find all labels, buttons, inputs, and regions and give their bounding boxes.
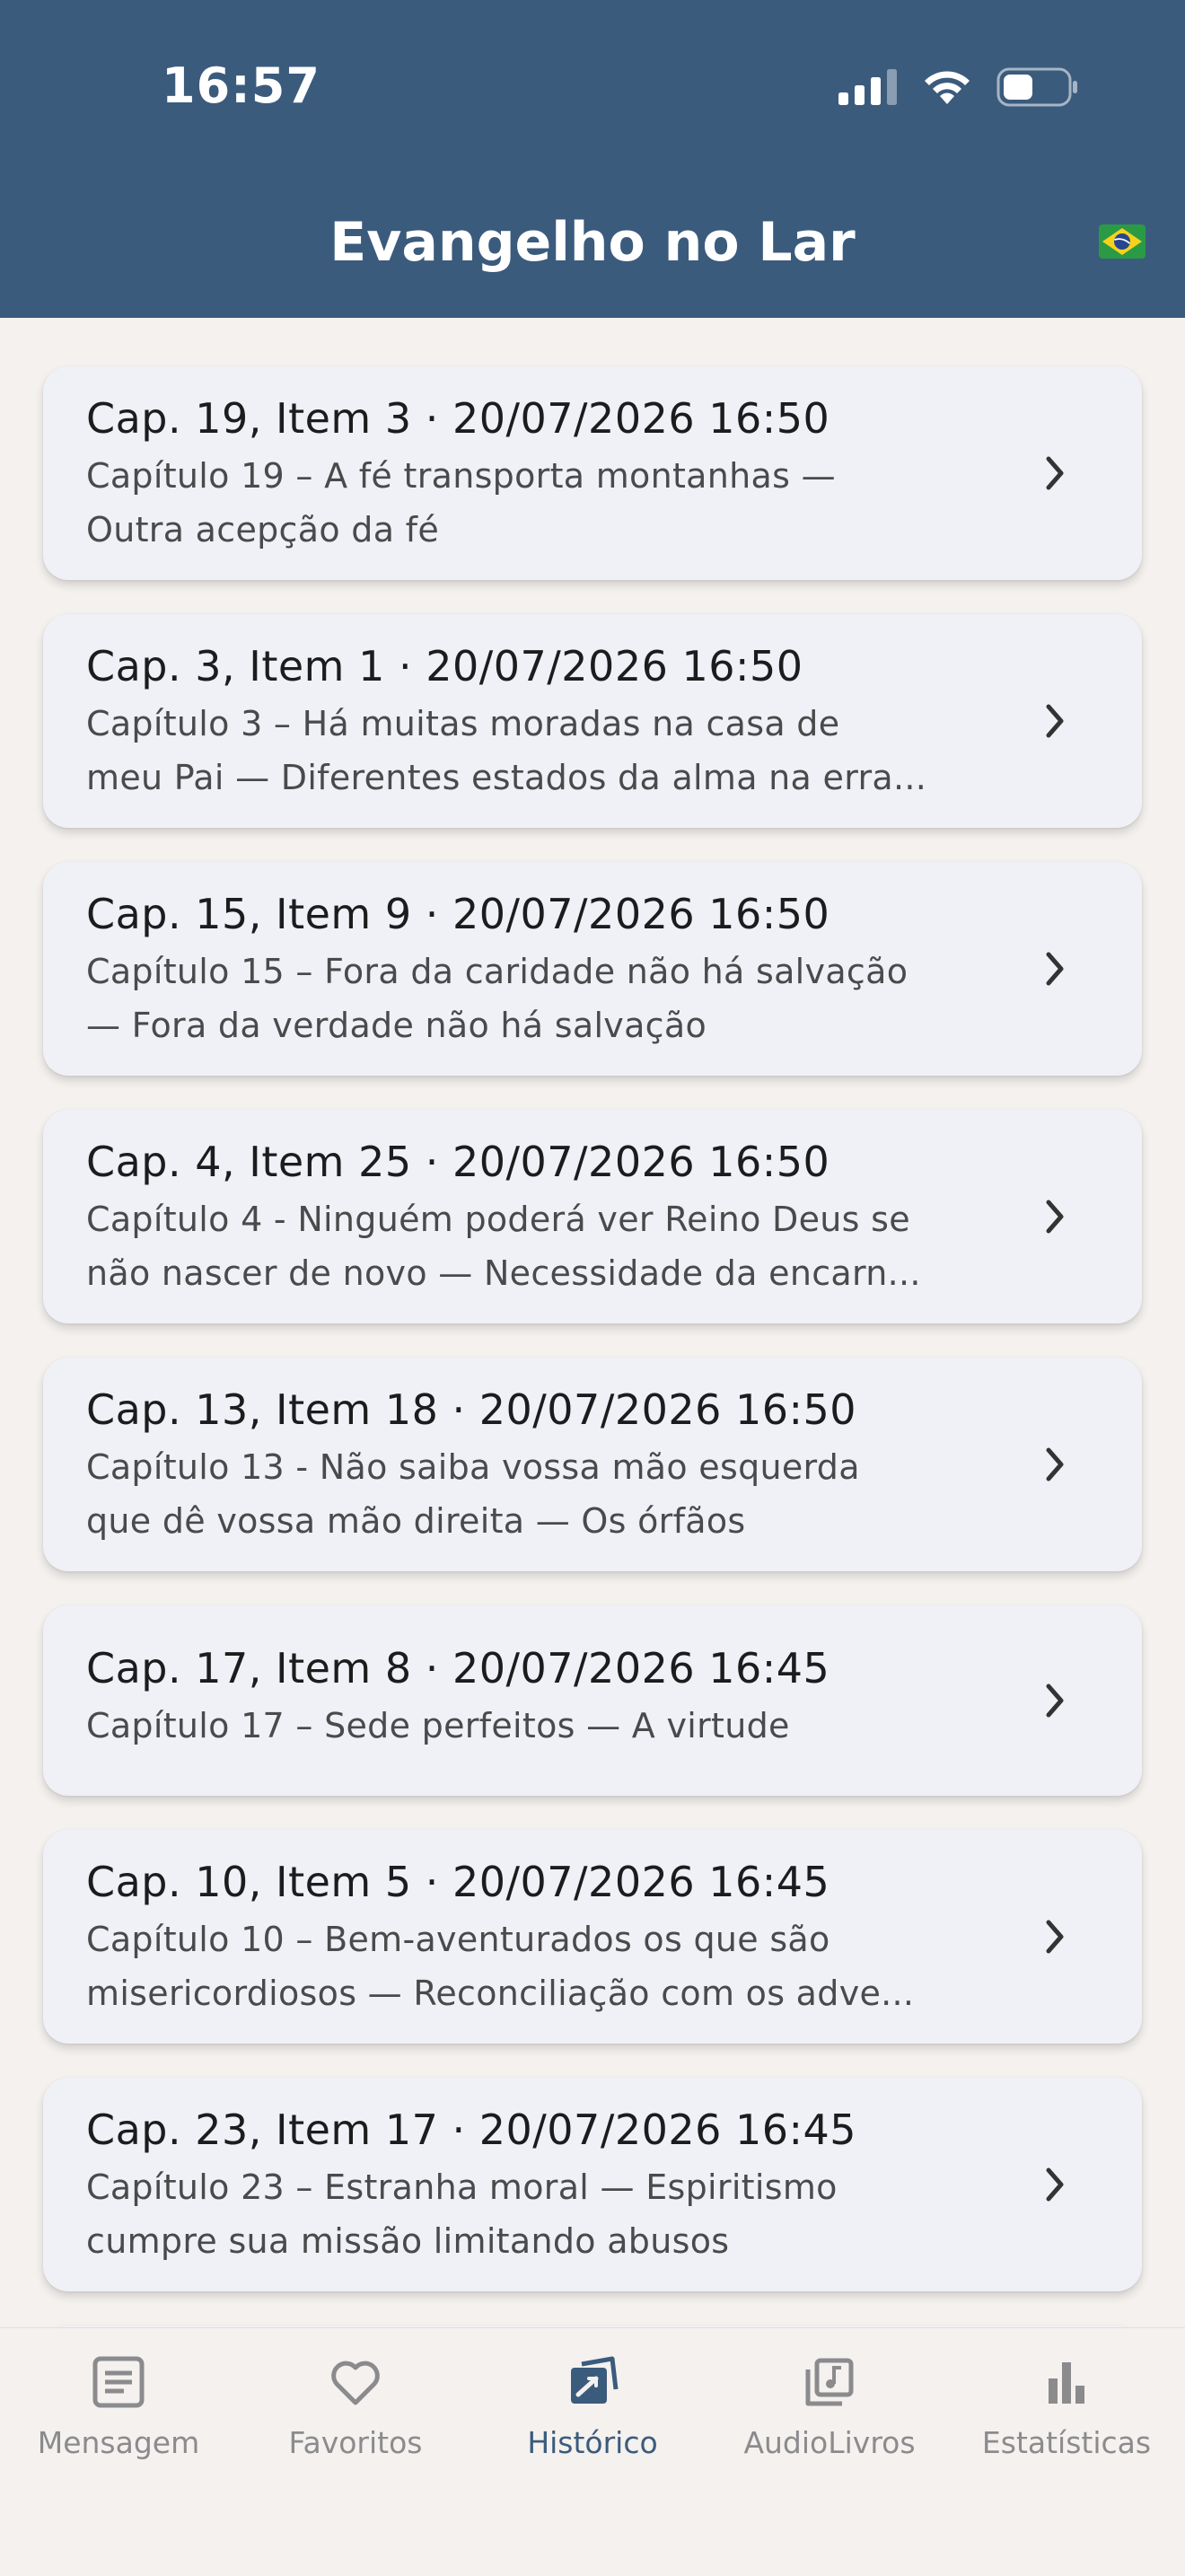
chevron-right-icon <box>1046 1200 1064 1234</box>
bar-chart-icon <box>1049 2362 1084 2404</box>
history-card-subtitle: Capítulo 13 - Não saiba vossa mão esquer… <box>86 1447 860 1541</box>
chevron-right-icon <box>1046 2167 1064 2202</box>
tab-label: Estatísticas <box>981 2425 1152 2460</box>
history-card[interactable]: Cap. 23, Item 17 · 20/07/2026 16:45 Capí… <box>43 2078 1142 2291</box>
chevron-right-icon <box>1046 1684 1064 1718</box>
battery-icon <box>996 67 1077 107</box>
tab-historico[interactable]: Histórico <box>474 2355 711 2481</box>
history-card-subtitle: Capítulo 4 - Ninguém poderá ver Reino De… <box>86 1200 921 1293</box>
history-card-title: Cap. 10, Item 5 · 20/07/2026 16:45 <box>86 1858 830 1906</box>
history-card-subtitle: Capítulo 10 – Bem-aventurados os que são… <box>86 1920 915 2013</box>
chevron-right-icon <box>1046 952 1064 986</box>
history-card-title: Cap. 13, Item 18 · 20/07/2026 16:50 <box>86 1385 857 1434</box>
history-card-title: Cap. 23, Item 17 · 20/07/2026 16:45 <box>86 2106 857 2154</box>
history-card[interactable]: Cap. 19, Item 3 · 20/07/2026 16:50 Capít… <box>43 366 1142 580</box>
history-card-title: Cap. 4, Item 25 · 20/07/2026 16:50 <box>86 1138 830 1186</box>
history-card-subtitle: Capítulo 17 – Sede perfeitos — A virtude <box>86 1706 790 1745</box>
chevron-right-icon <box>1046 704 1064 738</box>
brazil-flag-icon[interactable] <box>1099 224 1146 259</box>
history-list[interactable]: Cap. 19, Item 3 · 20/07/2026 16:50 Capít… <box>0 318 1185 2327</box>
tab-label: Histórico <box>527 2425 658 2460</box>
status-icons <box>838 63 1079 111</box>
history-card-subtitle: Capítulo 19 – A fé transporta montanhas … <box>86 456 836 549</box>
history-card[interactable]: Cap. 3, Item 1 · 20/07/2026 16:50 Capítu… <box>43 614 1142 828</box>
article-icon <box>92 2356 145 2408</box>
page-title: Evangelho no Lar <box>329 211 856 274</box>
history-card-subtitle: Capítulo 3 – Há muitas moradas na casa d… <box>86 704 927 797</box>
tab-mensagem[interactable]: Mensagem <box>0 2355 237 2481</box>
history-card[interactable]: Cap. 13, Item 18 · 20/07/2026 16:50 Capí… <box>43 1358 1142 1571</box>
app-header: 16:57 Evangelho no Lar <box>0 0 1185 318</box>
history-card-subtitle: Capítulo 23 – Estranha moral — Espiritis… <box>86 2167 838 2261</box>
chevron-right-icon <box>1046 456 1064 490</box>
history-card[interactable]: Cap. 17, Item 8 · 20/07/2026 16:45 Capít… <box>43 1605 1142 1796</box>
history-card[interactable]: Cap. 15, Item 9 · 20/07/2026 16:50 Capít… <box>43 862 1142 1076</box>
history-card-title: Cap. 17, Item 8 · 20/07/2026 16:45 <box>86 1644 830 1692</box>
tab-audiolivros[interactable]: AudioLivros <box>711 2355 948 2481</box>
tab-label: AudioLivros <box>743 2425 916 2460</box>
history-card-title: Cap. 15, Item 9 · 20/07/2026 16:50 <box>86 890 830 938</box>
tab-estatisticas[interactable]: Estatísticas <box>948 2355 1185 2481</box>
chevron-right-icon <box>1046 1920 1064 1954</box>
history-icon <box>571 2356 619 2404</box>
wifi-icon <box>925 71 970 104</box>
history-card-title: Cap. 3, Item 1 · 20/07/2026 16:50 <box>86 642 803 690</box>
heart-icon <box>331 2361 380 2405</box>
tab-favoritos[interactable]: Favoritos <box>237 2355 474 2481</box>
tab-label: Mensagem <box>37 2425 200 2460</box>
status-time: 16:57 <box>162 57 320 114</box>
music-library-icon <box>805 2358 854 2406</box>
bottom-tab-bar: Mensagem Favoritos Histórico AudioLivros <box>0 2327 1185 2576</box>
history-card-subtitle: Capítulo 15 – Fora da caridade não há sa… <box>86 952 908 1045</box>
chevron-right-icon <box>1046 1447 1064 1481</box>
history-card[interactable]: Cap. 4, Item 25 · 20/07/2026 16:50 Capít… <box>43 1110 1142 1323</box>
cellular-signal-icon <box>838 69 897 105</box>
history-card-title: Cap. 19, Item 3 · 20/07/2026 16:50 <box>86 394 830 443</box>
history-card[interactable]: Cap. 10, Item 5 · 20/07/2026 16:45 Capít… <box>43 1830 1142 2044</box>
tab-label: Favoritos <box>288 2425 423 2460</box>
